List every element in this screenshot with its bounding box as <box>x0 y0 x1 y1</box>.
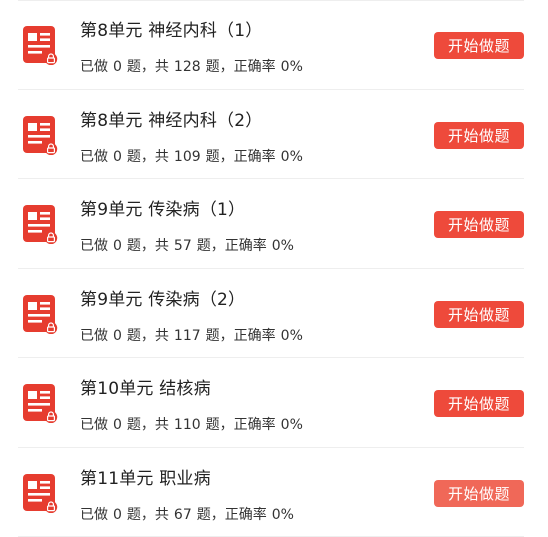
total-count: 117 <box>169 328 206 344</box>
unit-stats: 已做0题，共128题，正确率0% <box>80 56 308 76</box>
done-prefix-label: 已做 <box>80 328 108 344</box>
done-prefix-label: 已做 <box>80 149 108 165</box>
start-practice-button[interactable]: 开始做题 <box>434 301 524 328</box>
total-suffix-label: 题，正确率 <box>206 417 276 433</box>
unit-title: 第8单元 神经内科（2） <box>80 106 262 131</box>
done-prefix-label: 已做 <box>80 238 108 254</box>
accuracy-value: 0% <box>276 417 308 433</box>
done-suffix-label: 题，共 <box>127 149 169 165</box>
done-count: 0 <box>108 149 127 165</box>
unit-title: 第9单元 传染病（1） <box>80 195 245 220</box>
done-prefix-label: 已做 <box>80 59 108 75</box>
done-suffix-label: 题，共 <box>127 238 169 254</box>
start-practice-button[interactable]: 开始做题 <box>434 480 524 507</box>
done-suffix-label: 题，共 <box>127 328 169 344</box>
unit-stats: 已做0题，共110题，正确率0% <box>80 414 308 434</box>
locked-exam-paper-icon <box>22 294 58 334</box>
done-suffix-label: 题，共 <box>127 59 169 75</box>
done-count: 0 <box>108 328 127 344</box>
unit-row[interactable]: 第9单元 传染病（1） 已做0题，共57题，正确率0% 开始做题 <box>0 179 548 269</box>
unit-title: 第8单元 神经内科（1） <box>80 16 262 41</box>
total-suffix-label: 题，正确率 <box>197 507 267 523</box>
unit-row[interactable]: 第9单元 传染病（2） 已做0题，共117题，正确率0% 开始做题 <box>0 269 548 359</box>
start-practice-button[interactable]: 开始做题 <box>434 211 524 238</box>
done-prefix-label: 已做 <box>80 507 108 523</box>
locked-exam-paper-icon <box>22 115 58 155</box>
total-count: 57 <box>169 238 197 254</box>
accuracy-value: 0% <box>276 328 308 344</box>
done-count: 0 <box>108 238 127 254</box>
accuracy-value: 0% <box>276 149 308 165</box>
unit-row[interactable]: 第8单元 神经内科（1） 已做0题，共128题，正确率0% 开始做题 <box>0 0 548 90</box>
total-suffix-label: 题，正确率 <box>206 328 276 344</box>
unit-stats: 已做0题，共57题，正确率0% <box>80 235 299 255</box>
unit-list: 第8单元 神经内科（1） 已做0题，共128题，正确率0% 开始做题 第8单元 … <box>0 0 548 537</box>
unit-title: 第11单元 职业病 <box>80 464 211 489</box>
total-count: 67 <box>169 507 197 523</box>
accuracy-value: 0% <box>276 59 308 75</box>
accuracy-value: 0% <box>267 507 299 523</box>
unit-row[interactable]: 第11单元 职业病 已做0题，共67题，正确率0% 开始做题 <box>0 448 548 537</box>
total-count: 110 <box>169 417 206 433</box>
start-practice-button[interactable]: 开始做题 <box>434 32 524 59</box>
locked-exam-paper-icon <box>22 204 58 244</box>
done-suffix-label: 题，共 <box>127 507 169 523</box>
unit-stats: 已做0题，共67题，正确率0% <box>80 504 299 524</box>
done-count: 0 <box>108 417 127 433</box>
unit-title: 第9单元 传染病（2） <box>80 285 245 310</box>
locked-exam-paper-icon <box>22 473 58 513</box>
done-count: 0 <box>108 507 127 523</box>
unit-stats: 已做0题，共109题，正确率0% <box>80 146 308 166</box>
total-suffix-label: 题，正确率 <box>206 149 276 165</box>
accuracy-value: 0% <box>267 238 299 254</box>
total-count: 128 <box>169 59 206 75</box>
unit-stats: 已做0题，共117题，正确率0% <box>80 325 308 345</box>
done-prefix-label: 已做 <box>80 417 108 433</box>
unit-row[interactable]: 第10单元 结核病 已做0题，共110题，正确率0% 开始做题 <box>0 358 548 448</box>
total-suffix-label: 题，正确率 <box>206 59 276 75</box>
total-count: 109 <box>169 149 206 165</box>
locked-exam-paper-icon <box>22 25 58 65</box>
locked-exam-paper-icon <box>22 383 58 423</box>
total-suffix-label: 题，正确率 <box>197 238 267 254</box>
start-practice-button[interactable]: 开始做题 <box>434 122 524 149</box>
start-practice-button[interactable]: 开始做题 <box>434 390 524 417</box>
done-count: 0 <box>108 59 127 75</box>
unit-title: 第10单元 结核病 <box>80 374 211 399</box>
done-suffix-label: 题，共 <box>127 417 169 433</box>
unit-row[interactable]: 第8单元 神经内科（2） 已做0题，共109题，正确率0% 开始做题 <box>0 90 548 180</box>
